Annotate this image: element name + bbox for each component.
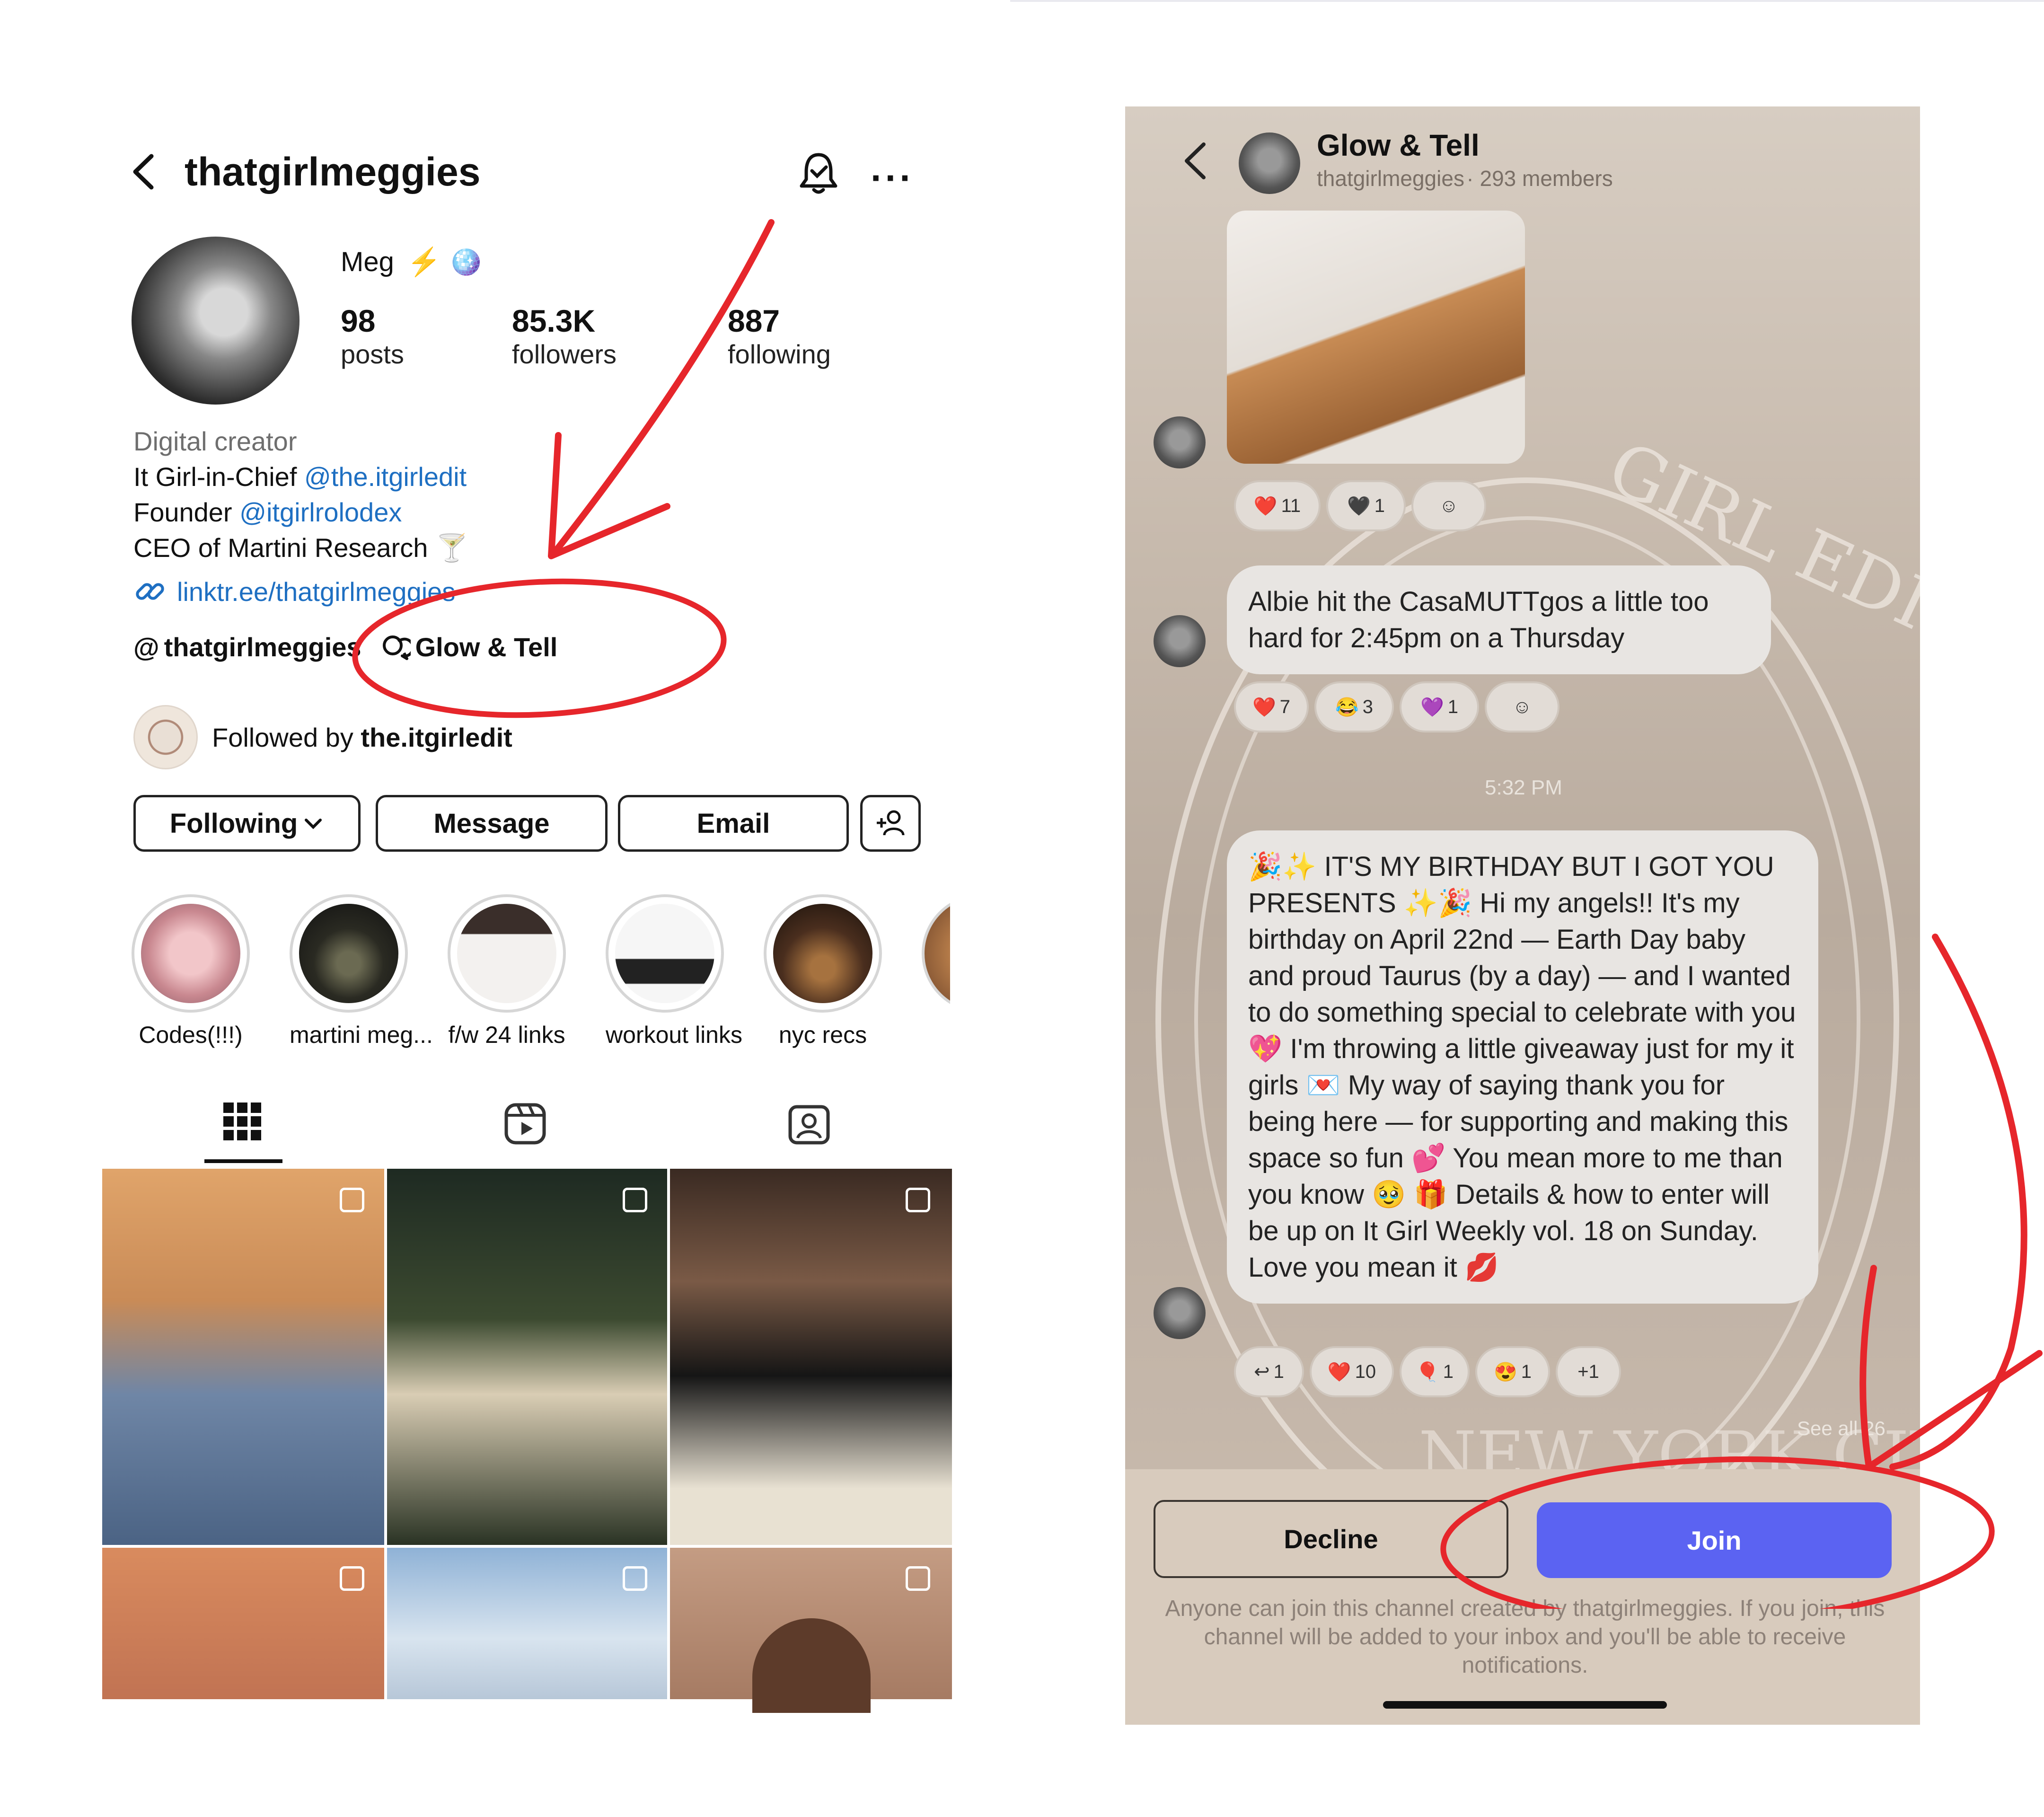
sender-avatar	[1154, 615, 1206, 667]
message-button-label: Message	[433, 808, 550, 839]
message-button[interactable]: Message	[376, 795, 608, 852]
highlight-cover	[290, 894, 408, 1013]
email-button-label: Email	[696, 808, 770, 839]
add-reaction-button[interactable]: ☺	[1485, 681, 1559, 732]
reel-icon	[340, 1566, 364, 1591]
add-reaction-icon: ☺	[1512, 696, 1532, 717]
highlight-codes[interactable]: Codes(!!!)	[132, 894, 250, 1049]
highlight-label: Codes(!!!)	[139, 1022, 243, 1048]
photo-message[interactable]	[1227, 211, 1525, 464]
heart-icon: ❤️	[1252, 697, 1276, 718]
reaction-count: 3	[1362, 696, 1374, 717]
following-button[interactable]: Following	[133, 795, 361, 852]
message-bubble[interactable]: Albie hit the CasaMUTTgos a little too h…	[1227, 565, 1771, 674]
highlight-label: workout links	[606, 1022, 742, 1048]
message-timestamp: 5:32 PM	[1485, 776, 1562, 799]
highlight-cover	[132, 894, 250, 1013]
reaction-count: 7	[1279, 696, 1291, 717]
reaction-chip[interactable]: ❤️ 11	[1234, 480, 1321, 531]
highlight-partial[interactable]	[922, 894, 950, 1013]
carousel-icon	[340, 1188, 364, 1212]
annotation-arrow-right	[1440, 934, 2043, 1609]
channel-members: · 293 members	[1466, 166, 1613, 191]
add-person-icon	[877, 810, 905, 836]
carousel-icon	[906, 1188, 930, 1212]
highlight-martini[interactable]: martini meg...	[290, 894, 433, 1049]
channel-owner: thatgirlmeggies	[1317, 166, 1464, 191]
channel-subtitle: thatgirlmeggies · 293 members	[1317, 166, 1613, 191]
highlight-cover	[606, 894, 724, 1013]
tagged-icon[interactable]	[785, 1100, 833, 1147]
highlight-workout[interactable]: workout links	[606, 894, 742, 1049]
grid-icon[interactable]	[219, 1098, 266, 1145]
add-friend-button[interactable]	[860, 795, 921, 852]
highlight-label: nyc recs	[778, 1022, 867, 1048]
reaction-count: 1	[1374, 495, 1385, 516]
laughing-icon: 😂	[1335, 697, 1359, 718]
highlight-cover	[448, 894, 566, 1013]
highlight-label: f/w 24 links	[448, 1022, 565, 1048]
reaction-chip[interactable]: 😂 3	[1314, 681, 1394, 732]
reels-icon[interactable]	[502, 1100, 549, 1147]
annotation-arrow-left	[352, 219, 775, 718]
channel-avatar[interactable]	[1239, 132, 1300, 194]
email-button[interactable]: Email	[618, 795, 849, 852]
carousel-icon	[623, 1566, 647, 1591]
highlight-nyc[interactable]: nyc recs	[764, 894, 882, 1049]
reaction-chip[interactable]: 💜 1	[1400, 681, 1479, 732]
highlight-cover	[764, 894, 882, 1013]
post-thumbnail[interactable]	[387, 1169, 667, 1545]
carousel-icon	[623, 1188, 647, 1212]
sender-avatar	[1154, 416, 1206, 468]
divider	[1010, 0, 2044, 2]
black-heart-icon: 🖤	[1347, 495, 1371, 517]
heart-icon: ❤️	[1253, 495, 1278, 517]
message-text: Albie hit the CasaMUTTgos a little too h…	[1248, 586, 1709, 653]
highlight-label: martini meg...	[290, 1022, 433, 1048]
back-arrow-icon[interactable]	[1177, 140, 1215, 182]
carousel-icon	[906, 1566, 930, 1591]
home-indicator	[1383, 1701, 1667, 1709]
add-reaction-button[interactable]: ☺	[1411, 480, 1486, 531]
purple-heart-icon: 💜	[1420, 697, 1444, 718]
reaction-count: 11	[1281, 495, 1301, 516]
channel-title: Glow & Tell	[1317, 128, 1480, 162]
highlight-fw24[interactable]: f/w 24 links	[448, 894, 566, 1049]
add-reaction-icon: ☺	[1439, 495, 1459, 516]
post-thumbnail[interactable]	[102, 1169, 384, 1545]
reaction-chip[interactable]: 🖤 1	[1326, 480, 1406, 531]
post-thumbnail[interactable]	[670, 1169, 952, 1545]
reaction-chip[interactable]: ❤️ 7	[1234, 681, 1309, 732]
chevron-down-icon	[305, 819, 322, 829]
active-tab-indicator	[204, 1159, 282, 1163]
reaction-count: 1	[1447, 696, 1459, 717]
following-button-label: Following	[169, 808, 298, 839]
